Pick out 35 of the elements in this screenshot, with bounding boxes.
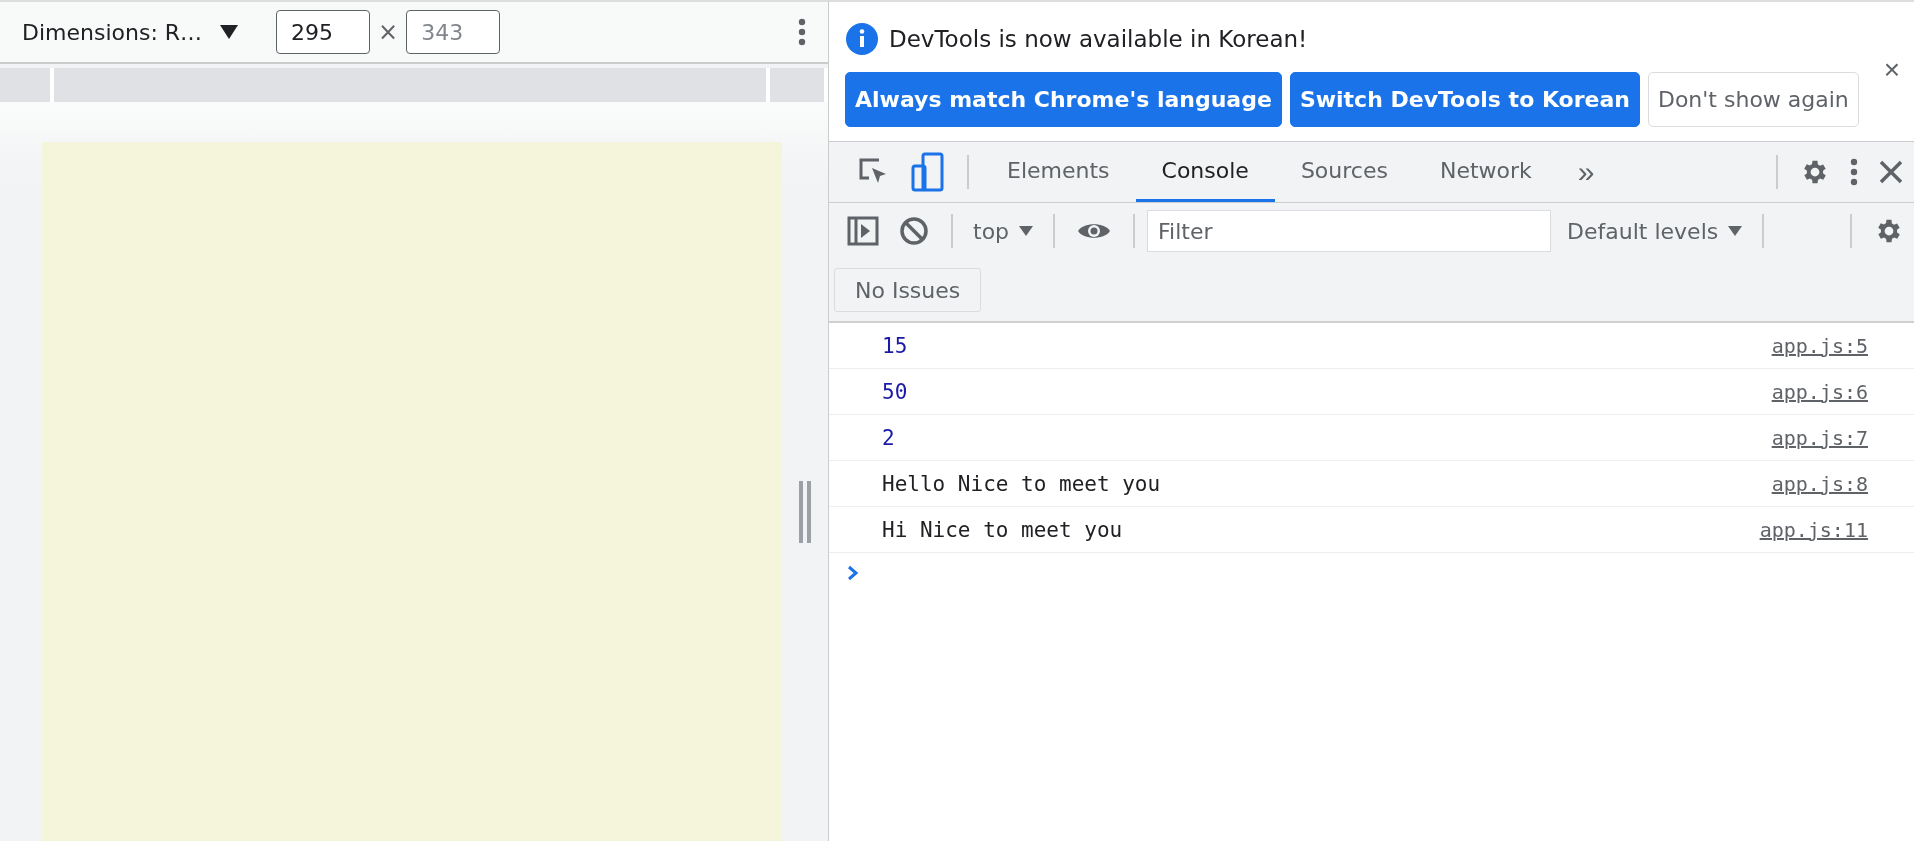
more-tabs-button[interactable]: » [1557,142,1615,202]
width-field[interactable]: 295 [276,10,371,54]
source-link[interactable]: app.js:6 [1771,379,1868,404]
prompt-chevron-icon [847,565,859,581]
times-sign: × [378,18,399,46]
height-field[interactable]: 343 [406,10,501,54]
more-options-icon[interactable] [1850,158,1858,186]
source-link[interactable]: app.js:11 [1759,517,1868,542]
issues-button[interactable]: No Issues [834,268,982,312]
close-button[interactable]: × [1883,54,1900,86]
source-link[interactable]: app.js:8 [1771,471,1868,496]
caret-icon[interactable] [1728,226,1743,236]
console-message: 15 [882,333,908,358]
panel-tab[interactable]: Network [1413,142,1558,202]
dropdown-caret-icon[interactable] [220,25,239,39]
panel-tab[interactable]: Sources [1274,142,1414,202]
infobar-message: DevTools is now available in Korean! [889,26,1308,52]
infobar-button[interactable]: Switch DevTools to Korean [1289,72,1640,127]
resize-handle-icon[interactable] [798,480,812,543]
source-link[interactable]: app.js:7 [1771,425,1868,450]
info-icon [845,22,879,56]
more-options-icon[interactable] [798,18,806,46]
caret-icon[interactable] [1019,226,1034,236]
console-message: Hello Nice to meet you [882,471,1161,496]
filter-field[interactable]: Filter [1147,210,1552,252]
infobar-button[interactable]: Don't show again [1647,72,1859,127]
dimensions-dropdown[interactable]: Dimensions: R… [22,19,203,45]
infobar-button[interactable]: Always match Chrome's language [845,72,1282,127]
levels-dropdown[interactable]: Default levels [1559,218,1751,244]
panel-tab[interactable]: Elements [981,142,1136,202]
source-link[interactable]: app.js:5 [1771,333,1868,358]
console-message: 2 [882,425,895,450]
console-message: 50 [882,379,908,404]
console-message: Hi Nice to meet you [882,517,1123,542]
context-dropdown[interactable]: top [965,218,1042,244]
